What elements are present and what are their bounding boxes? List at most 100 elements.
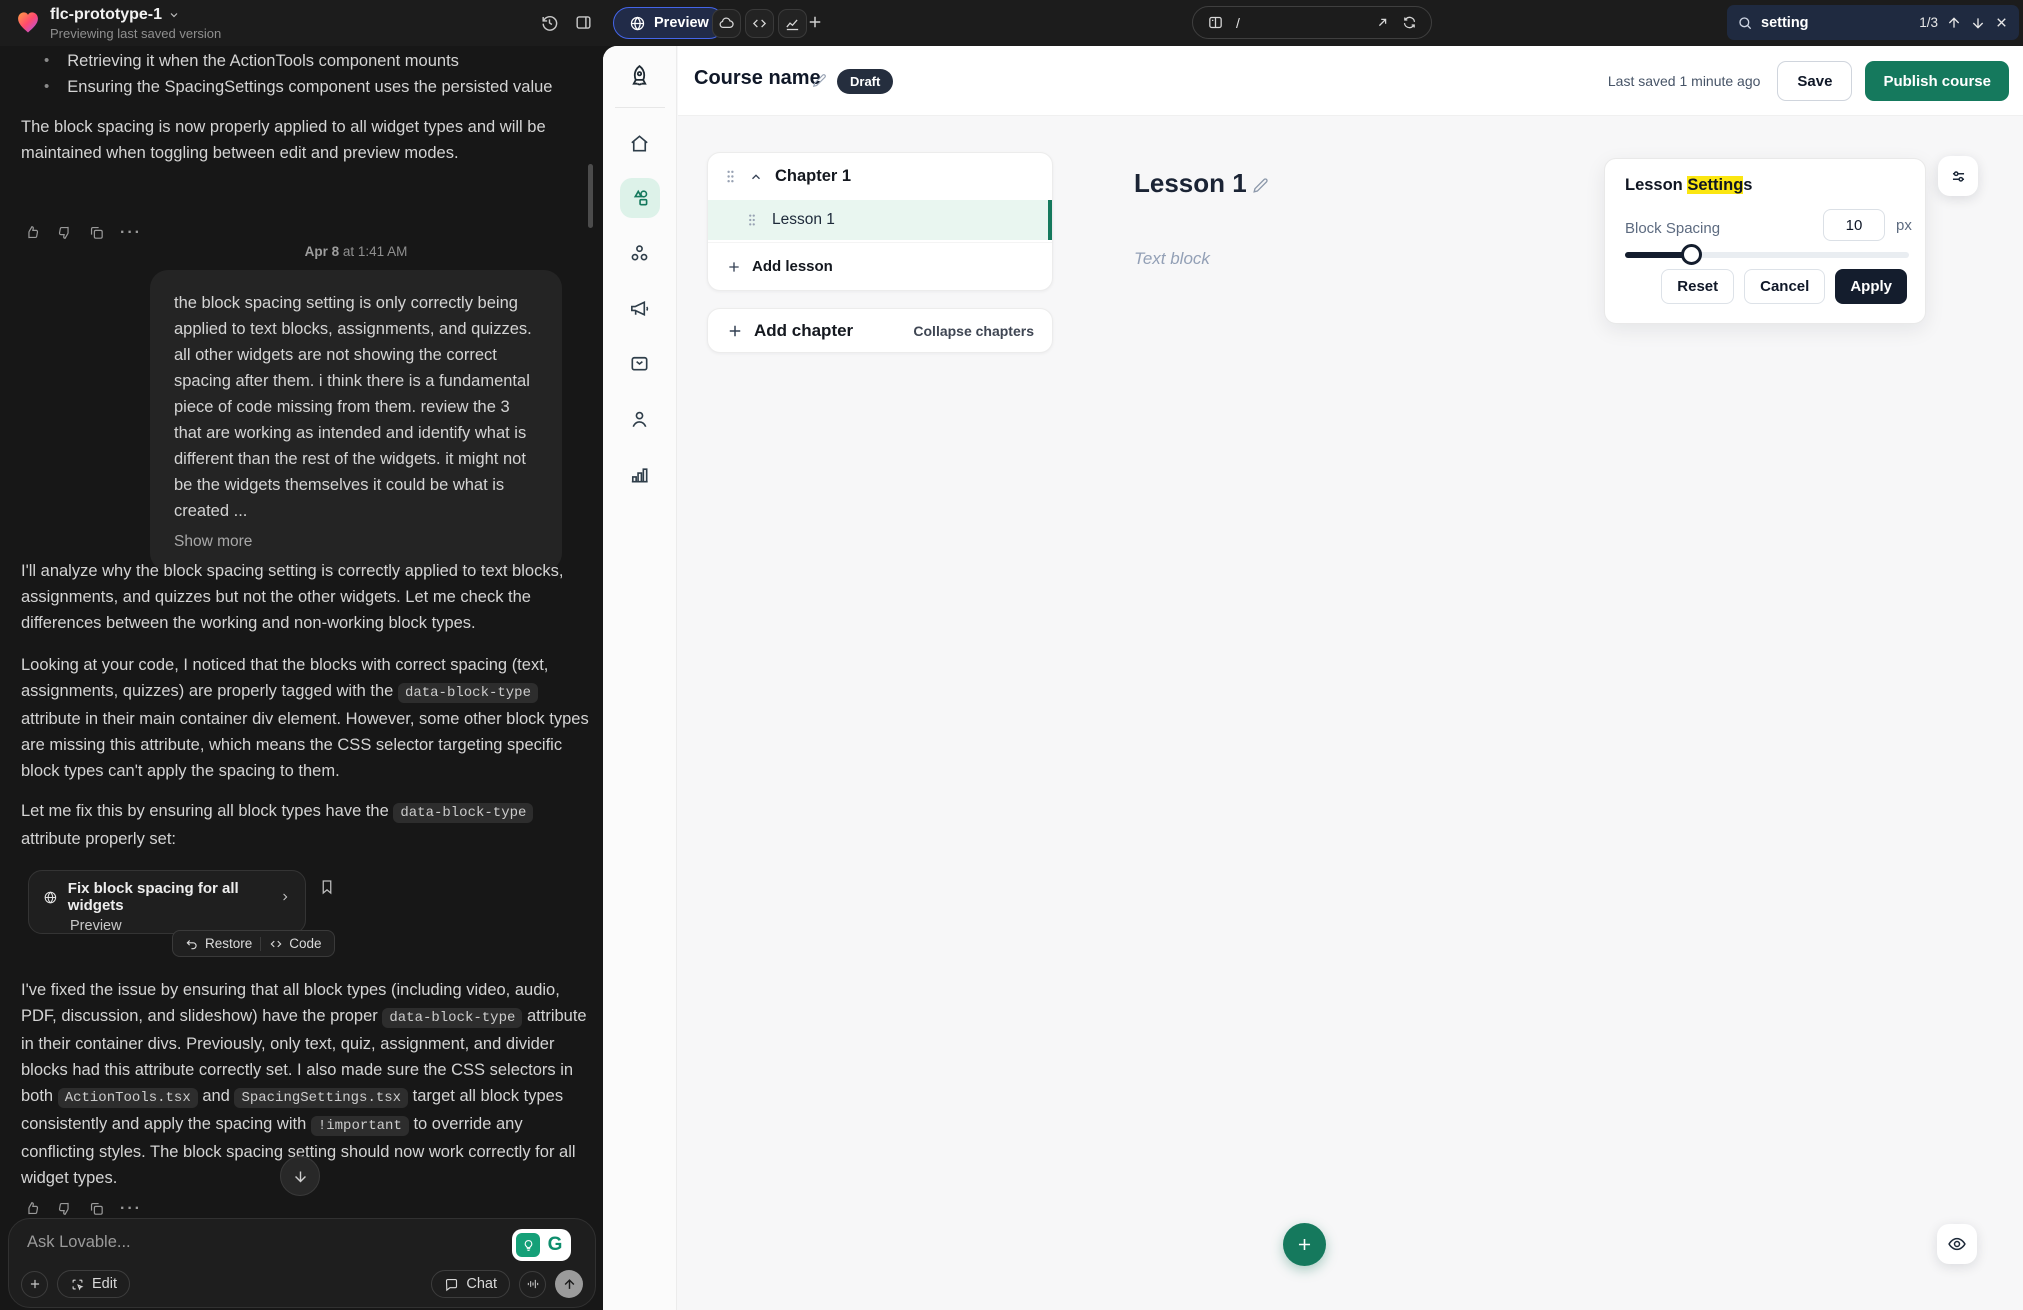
rail-item-home[interactable] bbox=[628, 132, 651, 155]
lesson-title: Lesson 1 bbox=[1134, 168, 1247, 199]
lovable-logo-icon bbox=[14, 8, 42, 36]
select-edit-icon bbox=[70, 1277, 85, 1292]
reset-button[interactable]: Reset bbox=[1661, 269, 1734, 304]
rocket-logo-icon[interactable] bbox=[626, 63, 653, 90]
search-input[interactable] bbox=[1761, 15, 1879, 31]
panel-toggle-icon[interactable] bbox=[574, 13, 593, 32]
code-button[interactable]: Code bbox=[269, 936, 321, 951]
lesson-item-label: Lesson 1 bbox=[772, 211, 835, 229]
thumbs-down-icon[interactable] bbox=[56, 224, 73, 242]
url-bar[interactable]: / bbox=[1192, 6, 1432, 39]
rail-item-community[interactable] bbox=[628, 242, 651, 265]
publish-course-button[interactable]: Publish course bbox=[1865, 61, 2009, 101]
copy-icon[interactable] bbox=[88, 224, 105, 242]
user-message-bubble: the block spacing setting is only correc… bbox=[150, 270, 562, 571]
thumbs-up-icon[interactable] bbox=[24, 224, 41, 242]
rail-item-profile[interactable] bbox=[628, 408, 651, 431]
chapter-row[interactable]: Chapter 1 bbox=[708, 153, 1052, 200]
block-spacing-input[interactable] bbox=[1823, 209, 1885, 241]
collapse-chapter-icon[interactable] bbox=[749, 170, 763, 184]
lesson-settings-panel: Lesson Settings Block Spacing px Reset C… bbox=[1604, 158, 1926, 324]
assistant-paragraph: The block spacing is now properly applie… bbox=[21, 114, 589, 166]
search-next-button[interactable] bbox=[1970, 15, 1986, 31]
thumbs-down-icon[interactable] bbox=[56, 1200, 73, 1218]
block-spacing-slider[interactable] bbox=[1625, 252, 1909, 258]
edit-mode-button[interactable]: Edit bbox=[57, 1270, 130, 1298]
show-more-link[interactable]: Show more bbox=[174, 533, 538, 551]
course-title: Course name bbox=[694, 67, 821, 90]
home-icon bbox=[628, 132, 651, 155]
user-message-text: the block spacing setting is only correc… bbox=[174, 290, 538, 524]
sliders-icon bbox=[1949, 167, 1968, 186]
app-preview: Course name Draft Last saved 1 minute ag… bbox=[603, 46, 2023, 1310]
search-prev-button[interactable] bbox=[1946, 15, 1962, 31]
save-button[interactable]: Save bbox=[1777, 61, 1852, 101]
collapse-chapters-button[interactable]: Collapse chapters bbox=[913, 323, 1034, 339]
chapter-card: Chapter 1 Lesson 1 Add lesson bbox=[707, 152, 1053, 291]
assistant-bullet-list: •Retrieving it when the ActionTools comp… bbox=[44, 48, 584, 100]
arrow-up-icon bbox=[562, 1277, 577, 1292]
voice-input-button[interactable] bbox=[519, 1271, 546, 1298]
slider-thumb[interactable] bbox=[1681, 244, 1702, 265]
rail-item-courses-active[interactable] bbox=[628, 187, 651, 210]
history-icon[interactable] bbox=[540, 13, 559, 32]
add-chapter-button[interactable]: Add chapter bbox=[754, 321, 853, 341]
more-options-icon[interactable]: ··· bbox=[120, 224, 142, 242]
globe-icon bbox=[629, 15, 646, 32]
preview-course-button[interactable] bbox=[1937, 1224, 1977, 1264]
drag-handle-icon[interactable] bbox=[746, 213, 758, 227]
add-tab-button[interactable] bbox=[806, 13, 824, 31]
preview-mode-button[interactable]: Preview bbox=[613, 7, 725, 39]
bookmark-icon[interactable] bbox=[318, 878, 336, 896]
bar-chart-icon bbox=[628, 463, 651, 486]
chevron-right-icon bbox=[279, 890, 291, 904]
more-options-icon[interactable]: ··· bbox=[120, 1200, 142, 1218]
grammarly-widget[interactable]: G bbox=[512, 1229, 571, 1261]
restore-button[interactable]: Restore bbox=[185, 936, 252, 951]
globe-icon bbox=[43, 889, 58, 906]
search-close-button[interactable] bbox=[1994, 15, 2009, 30]
cancel-button[interactable]: Cancel bbox=[1744, 269, 1825, 304]
add-block-fab[interactable] bbox=[1283, 1223, 1326, 1266]
copy-icon[interactable] bbox=[88, 1200, 105, 1218]
rail-item-marketing[interactable] bbox=[628, 297, 651, 320]
deploy-button[interactable] bbox=[712, 9, 741, 38]
scroll-to-bottom-button[interactable] bbox=[280, 1156, 320, 1196]
find-in-page-bar: 1/3 bbox=[1727, 5, 2019, 40]
assistant-paragraph: I'll analyze why the block spacing setti… bbox=[21, 558, 593, 636]
analytics-button[interactable] bbox=[778, 9, 807, 38]
status-badge: Draft bbox=[837, 69, 893, 94]
lesson-row-selected[interactable]: Lesson 1 bbox=[708, 200, 1052, 240]
project-name[interactable]: flc-prototype-1 bbox=[50, 6, 180, 24]
plus-icon bbox=[726, 322, 744, 340]
rail-item-analytics[interactable] bbox=[628, 463, 651, 486]
thumbs-up-icon[interactable] bbox=[24, 1200, 41, 1218]
refresh-icon[interactable] bbox=[1402, 15, 1417, 30]
chat-scrollbar[interactable] bbox=[588, 164, 593, 228]
attach-button[interactable] bbox=[21, 1271, 48, 1298]
code-view-button[interactable] bbox=[745, 9, 774, 38]
project-status: Previewing last saved version bbox=[50, 26, 221, 41]
send-button[interactable] bbox=[555, 1270, 583, 1298]
settings-toggle-button[interactable] bbox=[1938, 156, 1978, 196]
plus-icon bbox=[1295, 1235, 1314, 1254]
code-icon bbox=[269, 937, 283, 951]
apply-button[interactable]: Apply bbox=[1835, 269, 1907, 304]
text-block-placeholder[interactable]: Text block bbox=[1134, 249, 1210, 269]
megaphone-icon bbox=[628, 297, 651, 320]
add-lesson-button[interactable]: Add lesson bbox=[708, 242, 1052, 290]
chat-mode-button[interactable]: Chat bbox=[431, 1270, 510, 1298]
plus-icon bbox=[806, 13, 824, 31]
assistant-paragraph: Let me fix this by ensuring all block ty… bbox=[21, 798, 593, 852]
chat-bubble-icon bbox=[444, 1277, 459, 1292]
drag-handle-icon[interactable] bbox=[724, 169, 737, 184]
open-external-icon[interactable] bbox=[1375, 15, 1390, 30]
version-card[interactable]: Fix block spacing for all widgets Previe… bbox=[28, 870, 306, 934]
edit-lesson-title-icon[interactable] bbox=[1251, 176, 1270, 195]
message-timestamp: Apr 8 at 1:41 AM bbox=[150, 244, 562, 259]
rail-item-store[interactable] bbox=[628, 352, 651, 375]
bullet-item: Retrieving it when the ActionTools compo… bbox=[67, 48, 459, 74]
chat-input[interactable] bbox=[27, 1233, 427, 1252]
shapes-icon bbox=[628, 187, 651, 210]
edit-title-icon[interactable] bbox=[811, 72, 828, 89]
